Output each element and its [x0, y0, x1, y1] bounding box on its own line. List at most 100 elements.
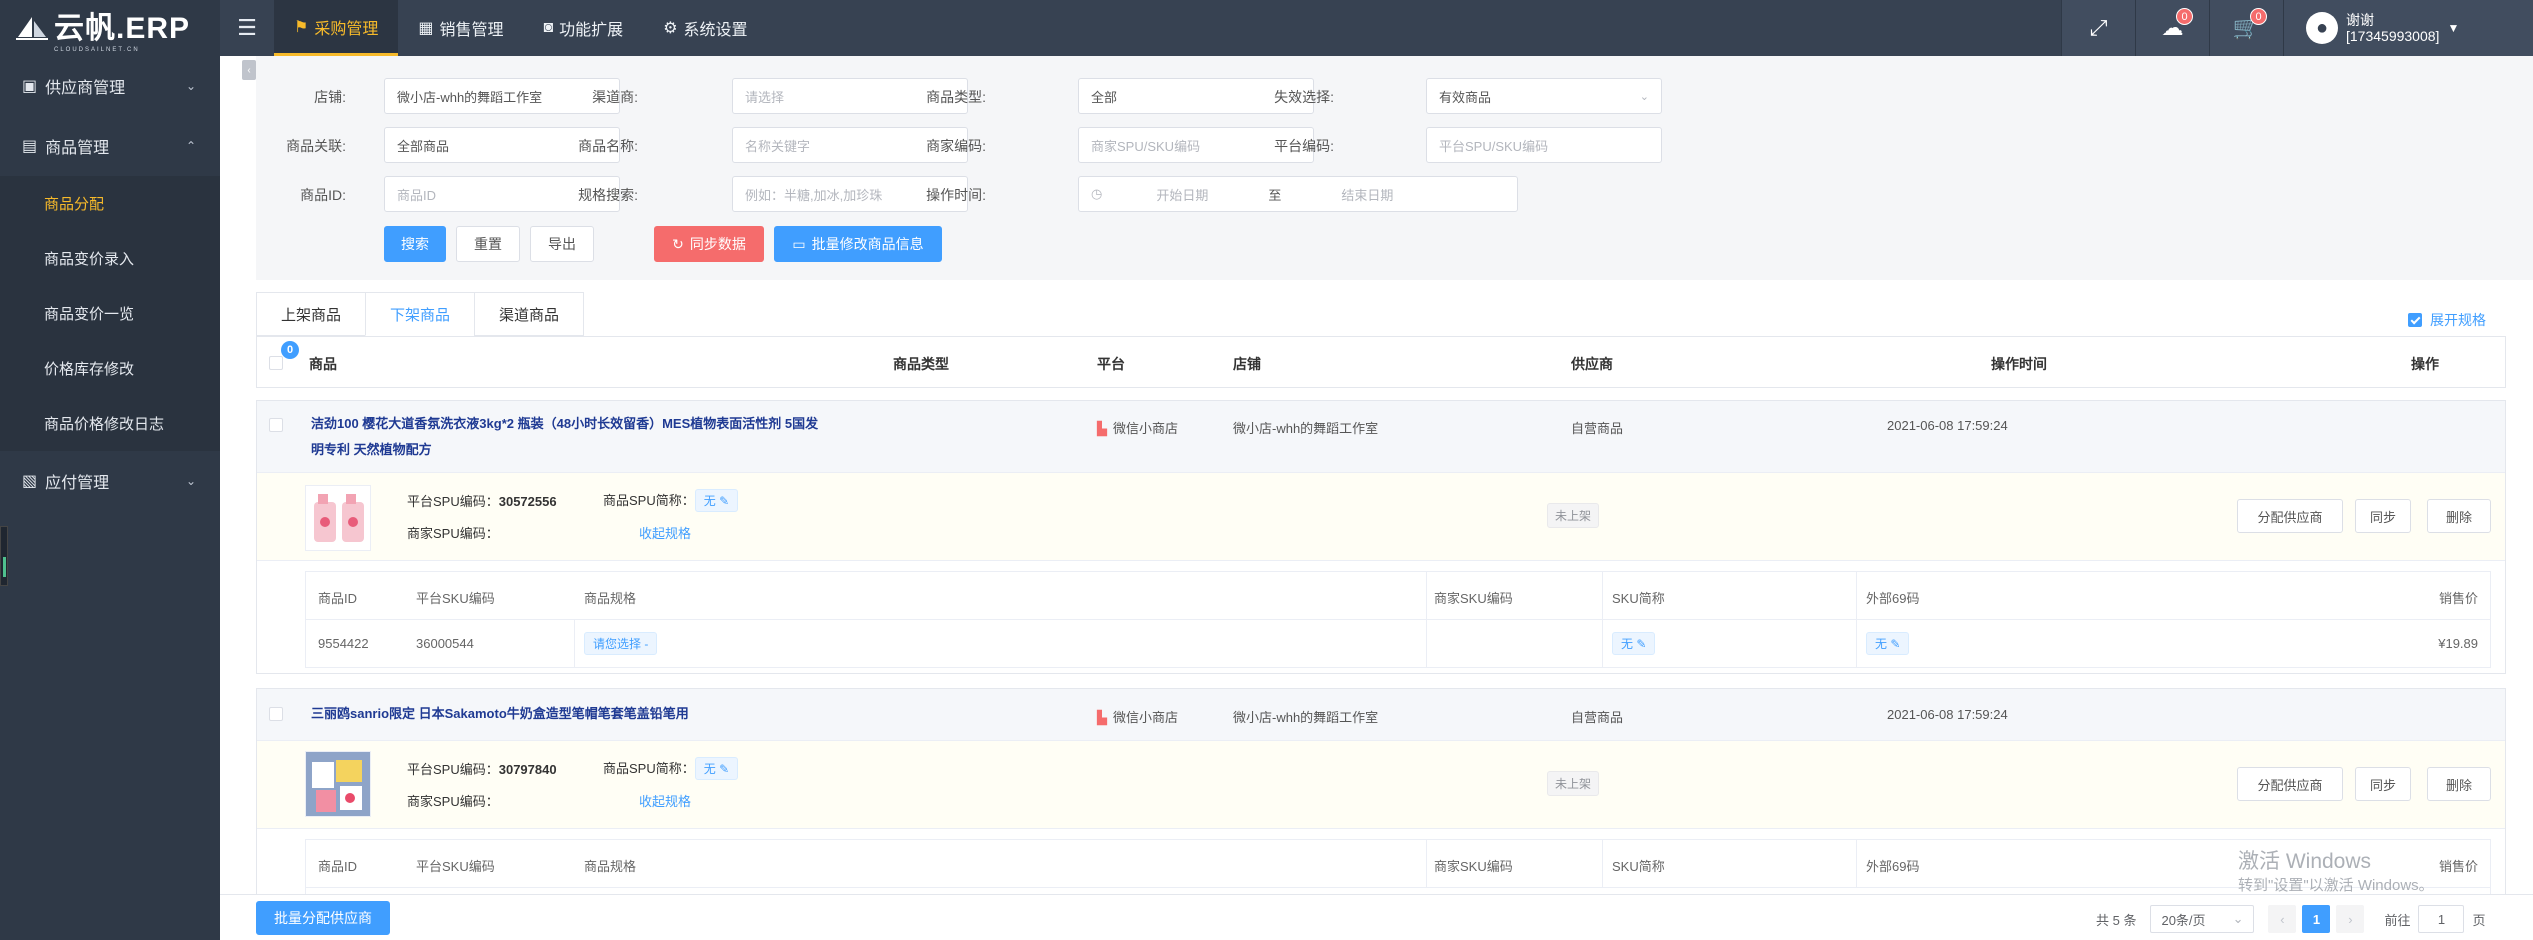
sidebar-group-payable[interactable]: ▧ 应付管理 ⌄	[0, 451, 220, 511]
product-title[interactable]: 三丽鸥sanrio限定 日本Sakamoto牛奶盒造型笔帽笔套笔盖铅笔用	[311, 701, 689, 727]
brand-name: 云帆.ERP	[54, 12, 191, 45]
pagination: 共 5 条 20条/页 ⌄ ‹ 1 › 前往 1 页	[2096, 905, 2486, 933]
ext69-tag[interactable]: 无 ✎	[1866, 632, 1910, 655]
purchase-icon: ⚑	[294, 18, 309, 36]
search-button[interactable]: 搜索	[384, 226, 446, 262]
spu-short-field: 商品SPU简称：无 ✎	[603, 757, 739, 780]
brand-logo[interactable]: 云帆.ERP CLOUDSAILNET.CN	[0, 0, 220, 56]
row-checkbox[interactable]	[269, 707, 283, 721]
collapse-arrow-icon[interactable]: ‹	[242, 60, 256, 80]
platform-cell: ▙ 微信小商店	[1097, 707, 1178, 726]
start-date-input[interactable]: 开始日期	[1122, 185, 1242, 204]
sidebar-item-stock-edit[interactable]: 价格库存修改	[0, 341, 220, 396]
goods-type-value: 全部	[1091, 89, 1118, 105]
settings-icon: ⚙	[663, 20, 678, 37]
sku-col-merchant-sku: 商家SKU编码	[1434, 859, 1513, 874]
product-thumbnail[interactable]	[305, 751, 371, 817]
user-name: 谢谢	[2346, 12, 2374, 28]
shop-cell: 微小店-whh的舞蹈工作室	[1233, 421, 1379, 436]
user-menu[interactable]: ● 谢谢 [17345993008] ▼	[2283, 0, 2533, 56]
spu-short-label: 商品SPU简称：	[603, 493, 695, 508]
sku-id: 9554422	[318, 636, 369, 651]
payable-icon: ▧	[22, 473, 38, 490]
sync-button[interactable]: 同步	[2355, 767, 2411, 801]
sidebar-item-price-change-list[interactable]: 商品变价一览	[0, 286, 220, 341]
collapse-spec-link[interactable]: 收起规格	[639, 791, 691, 810]
batch-edit-button[interactable]: ▭ 批量修改商品信息	[774, 226, 942, 262]
date-range-picker[interactable]: ◷ 开始日期 至 结束日期	[1078, 176, 1518, 212]
nav-settings[interactable]: ⚙ 系统设置	[643, 0, 767, 56]
sidebar-item-price-log[interactable]: 商品价格修改日志	[0, 396, 220, 451]
tab-off-shelf[interactable]: 下架商品	[365, 292, 476, 336]
product-title-line: 洁劲100 樱花大道香氛洗衣液3kg*2 瓶装（48小时长效留香）MES植物表面…	[311, 416, 819, 431]
page-size-select[interactable]: 20条/页 ⌄	[2150, 905, 2255, 933]
assign-supplier-button[interactable]: 分配供应商	[2237, 499, 2343, 533]
end-date-input[interactable]: 结束日期	[1307, 185, 1427, 204]
merchant-spu-label: 商家SPU编码：	[407, 794, 499, 809]
spu-short-tag[interactable]: 无 ✎	[694, 489, 739, 512]
edit-icon: ✎	[1636, 637, 1647, 651]
delete-button[interactable]: 删除	[2427, 499, 2491, 533]
reset-button[interactable]: 重置	[456, 226, 520, 262]
sidebar-group-goods[interactable]: ▤ 商品管理 ⌃	[0, 116, 220, 176]
spu-info: 平台SPU编码：30572556 商家SPU编码： 商品SPU简称：无 ✎ 收起…	[257, 473, 2505, 561]
spec-select-tag[interactable]: 请您选择 -	[584, 632, 658, 655]
page-number[interactable]: 1	[2302, 905, 2331, 933]
sku-price: ¥19.89	[2438, 636, 2478, 651]
product-row-head: 洁劲100 樱花大道香氛洗衣液3kg*2 瓶装（48小时长效留香）MES植物表面…	[257, 401, 2505, 473]
nav-purchase[interactable]: ⚑ 采购管理	[274, 0, 399, 56]
export-button[interactable]: 导出	[530, 226, 594, 262]
collapse-spec-link[interactable]: 收起规格	[639, 523, 691, 542]
sync-data-button[interactable]: ↻ 同步数据	[654, 226, 764, 262]
sidebar-group-supplier[interactable]: ▣ 供应商管理 ⌄	[0, 56, 220, 116]
relation-label: 商品关联:	[286, 138, 346, 154]
menu-toggle-icon[interactable]: ☰	[220, 0, 274, 56]
nav-sales-label: 销售管理	[439, 22, 504, 39]
nav-sales[interactable]: ▦ 销售管理	[398, 0, 523, 56]
invalid-value: 有效商品	[1439, 89, 1492, 105]
merchant-spu-field: 商家SPU编码：	[407, 791, 499, 810]
chevron-right-icon: ›	[2348, 911, 2353, 927]
product-thumbnail[interactable]	[305, 485, 371, 551]
prev-page-button[interactable]: ‹	[2268, 905, 2297, 933]
sku-platform-code: 36000544	[416, 636, 474, 651]
sku-short-tag[interactable]: 无 ✎	[1612, 632, 1656, 655]
spu-short-label: 商品SPU简称：	[603, 761, 695, 776]
select-all-checkbox[interactable]	[269, 356, 283, 370]
nav-settings-label: 系统设置	[683, 22, 748, 39]
delete-button[interactable]: 删除	[2427, 767, 2491, 801]
cart-icon[interactable]: 🛒 0	[2209, 0, 2283, 56]
sku-col-price: 销售价	[2438, 591, 2478, 606]
product-title-line: 明专利 天然植物配方	[311, 442, 432, 457]
assign-supplier-button[interactable]: 分配供应商	[2237, 767, 2343, 801]
platform-name: 微信小商店	[1113, 421, 1179, 436]
platform-spu-value: 30572556	[498, 494, 557, 509]
spec-search-label: 规格搜索:	[578, 187, 638, 203]
drag-handle[interactable]	[0, 526, 8, 586]
col-platform: 平台	[1097, 356, 1125, 372]
platform-code-input[interactable]: 平台SPU/SKU编码	[1426, 127, 1662, 163]
notification-icon[interactable]: ☁ 0	[2135, 0, 2209, 56]
sidebar-item-goods-assign[interactable]: 商品分配	[0, 176, 220, 231]
expand-spec-checkbox[interactable]: 展开规格	[2408, 310, 2486, 330]
spu-short-tag[interactable]: 无 ✎	[694, 757, 739, 780]
chevron-down-icon: ⌄	[185, 474, 196, 488]
tab-on-shelf[interactable]: 上架商品	[256, 292, 367, 336]
sync-button[interactable]: 同步	[2355, 499, 2411, 533]
product-row-head: 三丽鸥sanrio限定 日本Sakamoto牛奶盒造型笔帽笔套笔盖铅笔用 ▙ 微信…	[257, 689, 2505, 741]
tab-channel[interactable]: 渠道商品	[474, 292, 585, 336]
row-checkbox[interactable]	[269, 418, 283, 432]
top-bar: 云帆.ERP CLOUDSAILNET.CN ☰ ⚑ 采购管理 ▦ 销售管理 ◙ 功能…	[0, 0, 2533, 56]
goto-page-input[interactable]: 1	[2418, 905, 2465, 933]
sidebar-group-label: 商品管理	[45, 140, 110, 157]
fullscreen-icon[interactable]: ⤢	[2061, 0, 2135, 56]
sidebar-item-price-change-entry[interactable]: 商品变价录入	[0, 231, 220, 286]
invalid-label: 失效选择:	[1274, 89, 1334, 105]
product-title[interactable]: 洁劲100 樱花大道香氛洗衣液3kg*2 瓶装（48小时长效留香）MES植物表面…	[311, 411, 818, 463]
nav-extension[interactable]: ◙ 功能扩展	[524, 0, 644, 56]
batch-assign-supplier-button[interactable]: 批量分配供应商	[256, 901, 390, 935]
supplier-cell: 自营商品	[1571, 710, 1624, 725]
sidebar: ▣ 供应商管理 ⌄ ▤ 商品管理 ⌃ 商品分配 商品变价录入 商品变价一览 价格库存修改…	[0, 56, 220, 940]
invalid-select[interactable]: 有效商品 ⌄	[1426, 78, 1662, 114]
next-page-button[interactable]: ›	[2336, 905, 2365, 933]
